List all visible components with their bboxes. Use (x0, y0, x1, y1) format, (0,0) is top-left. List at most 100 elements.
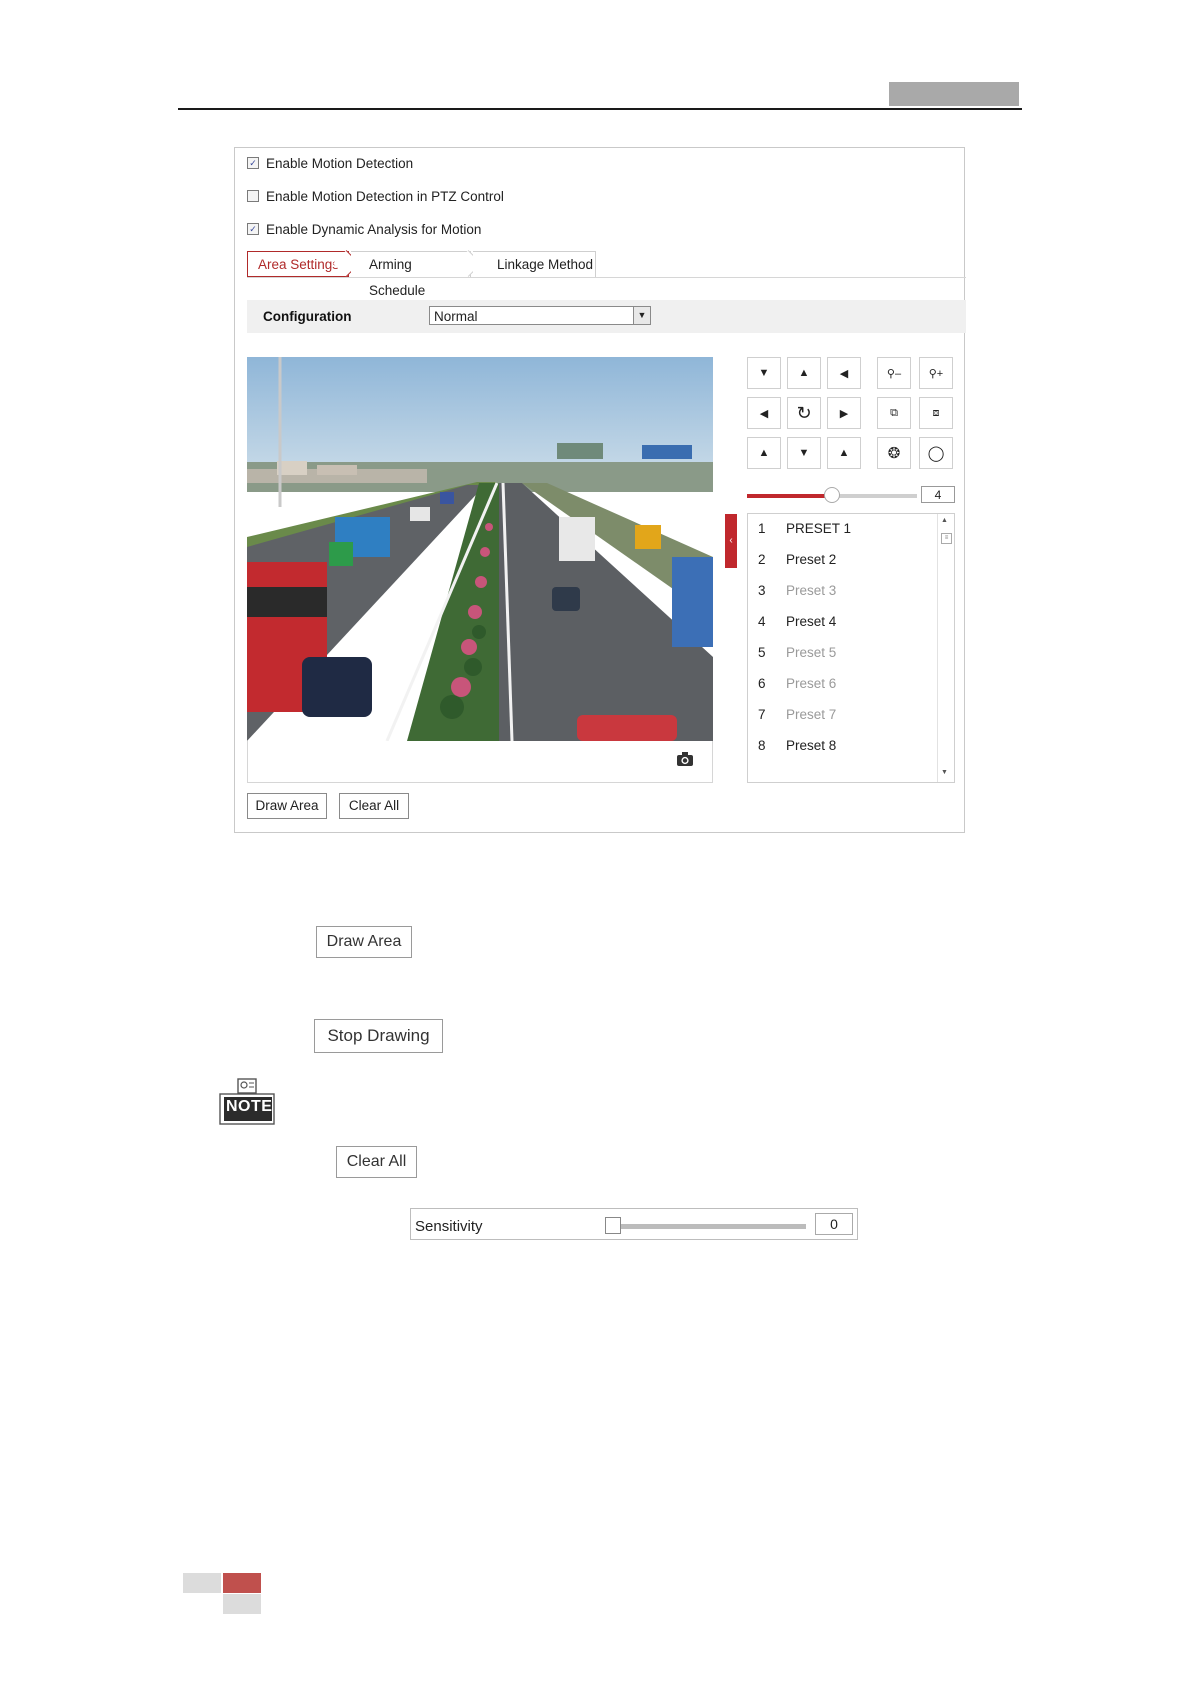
enable-motion-detection-row[interactable]: Enable Motion Detection (247, 154, 413, 172)
enable-motion-detection-label: Enable Motion Detection (266, 155, 414, 171)
footer-block-accent (223, 1573, 261, 1593)
ptz-up-left-button[interactable]: ▼ (747, 357, 781, 389)
arrow-down-right-icon: ▲ (838, 447, 850, 459)
ptz-auto-button[interactable]: ↻ (787, 397, 821, 429)
draw-area-button-illustration: Draw Area (316, 926, 412, 958)
ptz-left-button[interactable]: ◀ (747, 397, 781, 429)
header-rule (178, 108, 1022, 110)
arrow-right-icon: ▶ (839, 407, 849, 420)
preset-item[interactable]: 1 PRESET 1 (758, 519, 851, 539)
preset-number: 4 (758, 614, 766, 629)
note-icon: NOTE (218, 1078, 276, 1126)
preset-name: Preset 4 (786, 614, 837, 629)
footer-block (183, 1573, 221, 1593)
sensitivity-value[interactable]: 0 (815, 1213, 853, 1235)
sensitivity-thumb[interactable] (605, 1217, 621, 1234)
sensitivity-track[interactable] (606, 1224, 806, 1229)
live-video[interactable] (247, 357, 713, 741)
preset-name: Preset 5 (786, 645, 837, 660)
configuration-bar: Configuration Normal ▼ (247, 300, 966, 333)
configuration-label: Configuration (263, 309, 352, 324)
preset-item[interactable]: 2 Preset 2 (758, 550, 836, 570)
ptz-up-right-button[interactable]: ◀ (827, 357, 861, 389)
arrow-left-icon: ◀ (759, 407, 769, 420)
tab-linkage-method[interactable]: Linkage Method (473, 251, 596, 277)
zoom-in-button[interactable]: ⚲+ (919, 357, 953, 389)
enable-dynamic-analysis-row[interactable]: Enable Dynamic Analysis for Motion (247, 220, 481, 238)
sensitivity-label: Sensitivity (415, 1218, 483, 1235)
ptz-down-button[interactable]: ▼ (787, 437, 821, 469)
preset-item[interactable]: 3 Preset 3 (758, 581, 836, 601)
iris-close-icon: ◯ (927, 445, 945, 462)
preset-number: 6 (758, 676, 766, 691)
note-label: NOTE (226, 1098, 273, 1115)
preset-name: Preset 7 (786, 707, 837, 722)
enable-dynamic-analysis-label: Enable Dynamic Analysis for Motion (266, 221, 482, 237)
preset-number: 3 (758, 583, 766, 598)
enable-motion-detection-checkbox[interactable] (247, 157, 259, 169)
motion-detection-panel: Enable Motion Detection Enable Motion De… (234, 147, 966, 833)
draw-area-button[interactable]: Draw Area (247, 793, 327, 819)
iris-close-button[interactable]: ◯ (919, 437, 953, 469)
focus-near-icon: ⧉ (890, 406, 898, 419)
scroll-down-icon[interactable]: ▼ (941, 769, 948, 776)
tab-linkage-method-label: Linkage Method (497, 257, 594, 272)
preset-number: 1 (758, 521, 766, 536)
chevron-left-icon: ‹ (729, 535, 733, 546)
collapse-panel-button[interactable]: ‹ (725, 514, 737, 568)
preset-item[interactable]: 7 Preset 7 (758, 705, 836, 725)
clear-all-button-illustration: Clear All (336, 1146, 417, 1178)
highway-scene-image (247, 357, 713, 741)
preset-list: 1 PRESET 1 2 Preset 2 3 Preset 3 4 Preset 4 … (747, 513, 955, 783)
zoom-out-button[interactable]: ⚲– (877, 357, 911, 389)
iris-open-button[interactable]: ❂ (877, 437, 911, 469)
tab-area-settings-label: Area Settings (258, 257, 340, 272)
focus-far-icon: ⧈ (932, 406, 940, 419)
video-toolbar (247, 741, 713, 783)
arrow-down-left-icon: ▲ (758, 447, 770, 459)
arrow-down-icon: ▼ (798, 447, 810, 459)
clear-all-button[interactable]: Clear All (339, 793, 409, 819)
enable-dynamic-analysis-checkbox[interactable] (247, 223, 259, 235)
preset-item[interactable]: 6 Preset 6 (758, 674, 836, 694)
scroll-up-icon[interactable]: ▲ (941, 517, 948, 524)
preset-name: PRESET 1 (786, 521, 852, 536)
chevron-down-icon[interactable]: ▼ (633, 307, 650, 324)
enable-motion-ptz-row[interactable]: Enable Motion Detection in PTZ Control (247, 187, 504, 205)
preset-number: 2 (758, 552, 766, 567)
preset-name: Preset 6 (786, 676, 837, 691)
ptz-down-right-button[interactable]: ▲ (827, 437, 861, 469)
tab-bar: Area Settings Arming Schedule Linkage Me… (247, 250, 966, 298)
enable-motion-ptz-label: Enable Motion Detection in PTZ Control (266, 188, 504, 204)
stop-drawing-button-illustration: Stop Drawing (314, 1019, 443, 1053)
zoom-out-icon: ⚲– (886, 367, 902, 380)
enable-motion-ptz-checkbox[interactable] (247, 190, 259, 202)
focus-far-button[interactable]: ⧈ (919, 397, 953, 429)
camera-icon[interactable] (676, 751, 694, 767)
rotate-icon: ↻ (796, 402, 812, 423)
preset-item[interactable]: 5 Preset 5 (758, 643, 836, 663)
ptz-right-button[interactable]: ▶ (827, 397, 861, 429)
preset-name: Preset 8 (786, 738, 837, 753)
ptz-speed-value[interactable]: 4 (921, 486, 955, 503)
header-block (889, 82, 1019, 106)
ptz-down-left-button[interactable]: ▲ (747, 437, 781, 469)
ptz-up-button[interactable]: ▲ (787, 357, 821, 389)
configuration-value: Normal (434, 309, 478, 324)
scroll-thumb[interactable]: ≡ (941, 533, 952, 544)
preset-item[interactable]: 4 Preset 4 (758, 612, 836, 632)
arrow-up-right-icon: ◀ (839, 367, 849, 380)
preset-item[interactable]: 8 Preset 8 (758, 736, 836, 756)
focus-near-button[interactable]: ⧉ (877, 397, 911, 429)
preset-number: 7 (758, 707, 766, 722)
preset-scrollbar[interactable]: ▲ ≡ ▼ (937, 514, 954, 782)
sensitivity-control: Sensitivity 0 (410, 1208, 858, 1240)
tab-arming-schedule[interactable]: Arming Schedule (351, 251, 471, 298)
configuration-select[interactable]: Normal ▼ (429, 306, 651, 325)
preset-number: 5 (758, 645, 766, 660)
footer-block (223, 1594, 261, 1614)
tab-arming-schedule-label: Arming Schedule (369, 257, 426, 298)
preset-name: Preset 2 (786, 552, 837, 567)
ptz-speed-fill (747, 494, 832, 498)
ptz-speed-thumb[interactable] (824, 487, 840, 503)
